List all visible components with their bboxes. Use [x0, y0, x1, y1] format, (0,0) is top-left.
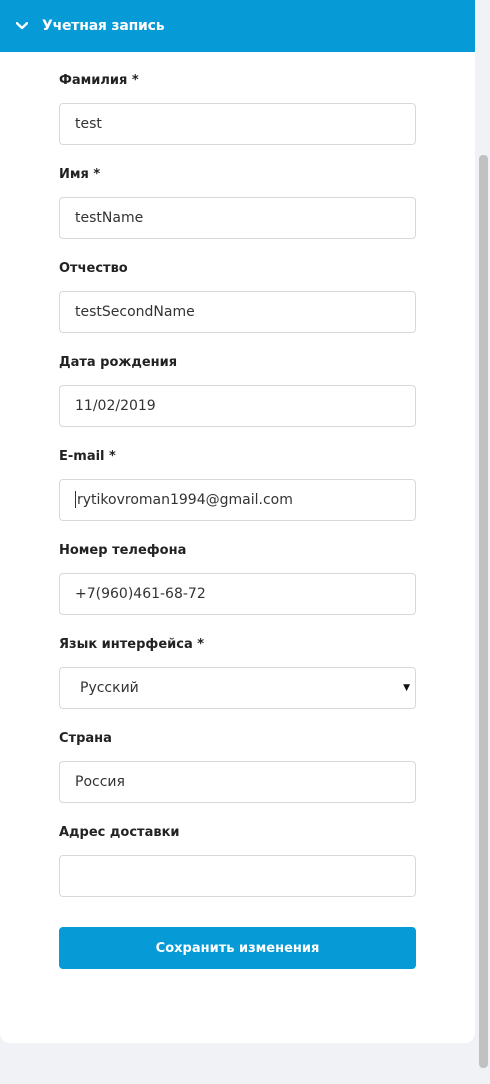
delivery-address-input[interactable] — [59, 855, 416, 897]
email-label: E-mail * — [59, 449, 116, 464]
phone-label: Номер телефона — [59, 543, 187, 558]
country-label: Страна — [59, 731, 112, 746]
birth-date-label: Дата рождения — [59, 355, 178, 370]
account-card: Учетная запись Фамилия * test Имя * test… — [0, 0, 475, 1043]
delivery-address-label: Адрес доставки — [59, 825, 180, 840]
last-name-value: test — [75, 116, 102, 132]
last-name-label: Фамилия * — [59, 73, 139, 88]
patronymic-value: testSecondName — [75, 304, 195, 320]
text-cursor — [75, 490, 76, 508]
scrollbar-thumb[interactable] — [479, 155, 488, 1068]
patronymic-label: Отчество — [59, 261, 128, 276]
section-title: Учетная запись — [42, 18, 165, 34]
email-value: rytikovroman1994@gmail.com — [77, 492, 293, 508]
interface-language-select[interactable]: Русский ▼ — [59, 667, 416, 709]
email-field[interactable]: rytikovroman1994@gmail.com — [59, 479, 416, 521]
interface-language-value: Русский — [80, 680, 139, 696]
patronymic-input[interactable]: testSecondName — [59, 291, 416, 333]
country-value: Россия — [75, 774, 125, 790]
country-input[interactable]: Россия — [59, 761, 416, 803]
first-name-label: Имя * — [59, 167, 101, 182]
interface-language-label: Язык интерфейса * — [59, 637, 205, 652]
scrollbar[interactable] — [477, 0, 490, 1084]
last-name-input[interactable]: test — [59, 103, 416, 145]
birth-date-value: 11/02/2019 — [75, 398, 156, 414]
chevron-down-icon[interactable] — [14, 18, 30, 34]
birth-date-input[interactable]: 11/02/2019 — [59, 385, 416, 427]
first-name-value: testName — [75, 210, 144, 226]
save-changes-button[interactable]: Сохранить изменения — [59, 927, 416, 969]
phone-value: +7(960)461-68-72 — [75, 586, 206, 602]
phone-input[interactable]: +7(960)461-68-72 — [59, 573, 416, 615]
dropdown-arrow-icon: ▼ — [403, 683, 410, 693]
first-name-input[interactable]: testName — [59, 197, 416, 239]
account-section-header[interactable]: Учетная запись — [0, 0, 475, 52]
